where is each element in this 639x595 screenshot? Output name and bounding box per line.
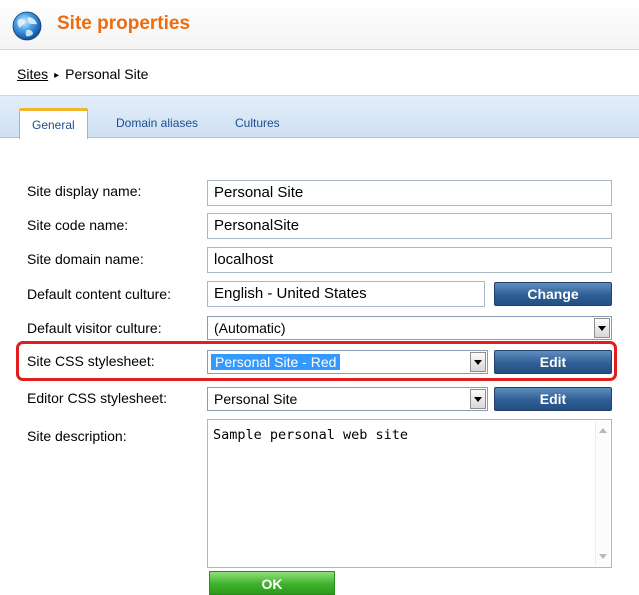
chevron-down-icon[interactable] <box>470 352 486 372</box>
default-visitor-culture-select[interactable]: (Automatic) <box>207 316 612 340</box>
chevron-down-icon[interactable] <box>470 389 486 409</box>
site-description-label: Site description: <box>27 428 127 444</box>
edit-editor-css-button[interactable]: Edit <box>494 387 612 411</box>
site-domain-name-input[interactable]: localhost <box>207 247 612 273</box>
site-display-name-label: Site display name: <box>27 183 142 199</box>
site-css-stylesheet-value: Personal Site - Red <box>211 354 341 370</box>
scrollbar[interactable] <box>595 421 610 566</box>
site-css-stylesheet-select[interactable]: Personal Site - Red <box>207 350 488 374</box>
site-code-name-label: Site code name: <box>27 217 129 233</box>
tab-cultures[interactable]: Cultures <box>235 116 280 130</box>
site-description-value: Sample personal web site <box>213 427 409 443</box>
site-domain-name-label: Site domain name: <box>27 251 144 267</box>
page-title: Site properties <box>57 13 191 34</box>
site-display-name-input[interactable]: Personal Site <box>207 180 612 206</box>
edit-site-css-button[interactable]: Edit <box>494 350 612 374</box>
ok-button[interactable]: OK <box>209 571 335 595</box>
site-css-stylesheet-label: Site CSS stylesheet: <box>27 353 155 369</box>
site-code-name-input[interactable]: PersonalSite <box>207 213 612 239</box>
chevron-down-icon[interactable] <box>594 318 610 338</box>
default-visitor-culture-label: Default visitor culture: <box>27 320 162 336</box>
scroll-down-icon[interactable] <box>599 554 607 559</box>
breadcrumb: Sites ▸ Personal Site <box>17 66 148 82</box>
editor-css-stylesheet-value: Personal Site <box>214 391 298 407</box>
change-culture-button[interactable]: Change <box>494 282 612 306</box>
tab-domain-aliases[interactable]: Domain aliases <box>116 116 198 130</box>
default-content-culture-input[interactable]: English - United States <box>207 281 485 307</box>
breadcrumb-current: Personal Site <box>65 66 149 82</box>
breadcrumb-separator-icon: ▸ <box>54 70 60 81</box>
default-content-culture-label: Default content culture: <box>27 286 171 302</box>
title-bar: Site properties <box>0 0 639 50</box>
tab-general[interactable]: General <box>19 108 88 139</box>
breadcrumb-link-sites[interactable]: Sites <box>17 66 48 82</box>
scroll-up-icon[interactable] <box>599 428 607 433</box>
tab-strip: General Domain aliases Cultures <box>0 95 639 139</box>
editor-css-stylesheet-select[interactable]: Personal Site <box>207 387 488 411</box>
globe-icon <box>12 11 42 41</box>
editor-css-stylesheet-label: Editor CSS stylesheet: <box>27 390 168 406</box>
default-visitor-culture-value: (Automatic) <box>214 320 286 336</box>
site-description-textarea[interactable]: Sample personal web site <box>207 419 612 568</box>
